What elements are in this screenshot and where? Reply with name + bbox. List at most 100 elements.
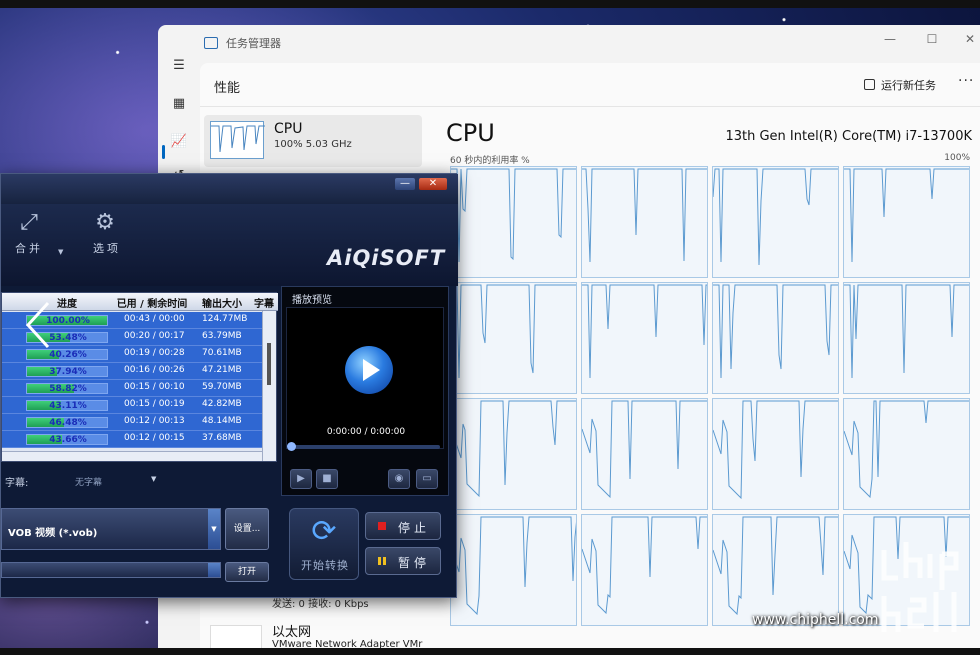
merge-label[interactable]: 合并 — [15, 240, 43, 256]
elapsed-remaining-time: 00:19 / 00:28 — [124, 348, 185, 358]
progress-text: 58.82% — [49, 384, 87, 394]
gear-icon[interactable]: ⚙ — [89, 210, 121, 236]
column-time[interactable]: 已用 / 剩余时间 — [110, 295, 194, 310]
close-icon[interactable]: ✕ — [958, 29, 980, 49]
table-row[interactable]: 43.11% 00:15 / 00:19 42.82MB — [2, 397, 262, 414]
table-row[interactable]: 46.48% 00:12 / 00:13 48.14MB — [2, 414, 262, 431]
preview-panel: 播放预览 0:00:00 / 0:00:00 ▶ ■ ◉ ▭ — [281, 286, 449, 496]
core-graph — [581, 398, 708, 510]
core-utilization-line — [713, 516, 838, 616]
window-title: 任务管理器 — [226, 37, 281, 50]
cpu-thumbnail-graph — [210, 121, 265, 159]
page-title: 性能 — [214, 81, 241, 96]
stop-button[interactable]: 停止 — [365, 512, 441, 540]
merge-dropdown-icon[interactable]: ▼ — [58, 248, 63, 256]
pane-header: 性能 运行新任务 ··· — [200, 63, 980, 107]
table-row[interactable]: 58.82% 00:15 / 00:10 59.70MB — [2, 380, 262, 397]
stop-label: 停止 — [398, 521, 431, 535]
elapsed-remaining-time: 00:12 / 00:15 — [124, 433, 185, 443]
performance-icon[interactable]: 📈 — [170, 133, 188, 151]
preview-title: 播放预览 — [292, 295, 332, 306]
core-utilization-line — [844, 400, 969, 499]
core-utilization-line — [451, 516, 576, 616]
active-indicator — [162, 145, 165, 159]
aiqisoft-logo: AiQiSOFT — [327, 246, 446, 270]
pause-button[interactable]: 暂停 — [365, 547, 441, 575]
seek-knob[interactable] — [287, 442, 296, 451]
more-options-icon[interactable]: ··· — [958, 73, 974, 89]
utilization-label: 60 秒内的利用率 % — [450, 156, 530, 166]
output-format-select[interactable]: VOB 视频 (*.vob) ▼ — [1, 508, 221, 550]
list-scrollbar[interactable] — [262, 311, 276, 461]
core-graph — [712, 166, 839, 278]
core-graph — [712, 398, 839, 510]
progress-text: 43.66% — [49, 435, 87, 445]
core-utilization-line — [713, 168, 838, 266]
progress-text: 40.26% — [49, 350, 87, 360]
convert-icon: ⟳ — [311, 514, 337, 549]
back-arrow-icon[interactable] — [22, 300, 52, 350]
output-size: 63.79MB — [202, 331, 242, 341]
options-label[interactable]: 选项 — [93, 240, 121, 256]
stop-preview-button[interactable]: ■ — [316, 469, 338, 489]
output-size: 48.14MB — [202, 416, 242, 426]
utilization-max: 100% — [944, 153, 970, 163]
preview-time: 0:00:00 / 0:00:00 — [326, 427, 406, 437]
run-task-icon — [864, 79, 875, 90]
core-graph — [712, 514, 839, 626]
progress-text: 46.48% — [49, 418, 87, 428]
menu-icon[interactable]: ☰ — [170, 57, 188, 75]
play-icon[interactable] — [345, 346, 393, 394]
merge-icon[interactable]: ⤢ — [13, 210, 45, 236]
pause-label: 暂停 — [398, 556, 431, 570]
subtitle-select[interactable]: 无字幕 — [75, 475, 102, 488]
elapsed-remaining-time: 00:15 / 00:19 — [124, 399, 185, 409]
core-graph — [450, 514, 577, 626]
progress-bar: 46.48% — [26, 417, 108, 428]
chevron-down-icon[interactable]: ▼ — [208, 509, 220, 549]
task-manager-icon — [204, 37, 218, 49]
core-utilization-line — [451, 284, 576, 379]
output-size: 70.61MB — [202, 348, 242, 358]
scroll-thumb[interactable] — [267, 343, 271, 385]
cpu-item-name: CPU — [274, 121, 303, 137]
column-subtitle[interactable]: 字幕 — [250, 295, 278, 310]
core-utilization-line — [844, 168, 969, 263]
output-size: 42.82MB — [202, 399, 242, 409]
minimize-icon[interactable]: — — [395, 178, 415, 190]
chevron-down-icon[interactable]: ▼ — [151, 475, 156, 483]
core-graph — [843, 398, 970, 510]
seek-bar[interactable] — [287, 442, 440, 451]
play-button[interactable]: ▶ — [290, 469, 312, 489]
settings-button[interactable]: 设置... — [225, 508, 269, 550]
sidebar-item-cpu[interactable]: CPU 100% 5.03 GHz — [204, 115, 422, 167]
table-row[interactable]: 37.94% 00:16 / 00:26 47.21MB — [2, 363, 262, 380]
core-graph — [581, 514, 708, 626]
column-size[interactable]: 输出大小 — [196, 295, 248, 310]
title-bar: 任务管理器 — ☐ ✕ — [158, 25, 980, 63]
cpu-model: 13th Gen Intel(R) Core(TM) i7-13700K — [725, 129, 972, 144]
start-convert-button[interactable]: ⟳ 开始转换 — [289, 508, 359, 580]
sidebar-item-ethernet[interactable]: 以太网 — [272, 621, 311, 640]
close-icon[interactable]: ✕ — [419, 178, 447, 190]
maximize-icon[interactable]: ☐ — [920, 29, 944, 49]
core-graph — [450, 398, 577, 510]
output-size: 59.70MB — [202, 382, 242, 392]
fullscreen-icon[interactable]: ▭ — [416, 469, 438, 489]
table-row[interactable]: 43.66% 00:12 / 00:15 37.68MB — [2, 431, 262, 448]
progress-text: 43.11% — [49, 401, 87, 411]
output-size: 37.68MB — [202, 433, 242, 443]
core-utilization-line — [713, 284, 838, 379]
output-path-field[interactable] — [1, 562, 221, 578]
open-button[interactable]: 打开 — [225, 562, 269, 582]
processes-icon[interactable]: ▦ — [170, 95, 188, 113]
progress-bar: 37.94% — [26, 366, 108, 377]
pause-icon — [378, 557, 386, 565]
core-utilization-line — [844, 284, 969, 379]
horizontal-scrollbar[interactable] — [2, 451, 262, 461]
core-graph — [450, 166, 577, 278]
snapshot-icon[interactable]: ◉ — [388, 469, 410, 489]
minimize-icon[interactable]: — — [878, 29, 902, 49]
progress-bar: 58.82% — [26, 383, 108, 394]
run-new-task-button[interactable]: 运行新任务 — [864, 77, 936, 93]
